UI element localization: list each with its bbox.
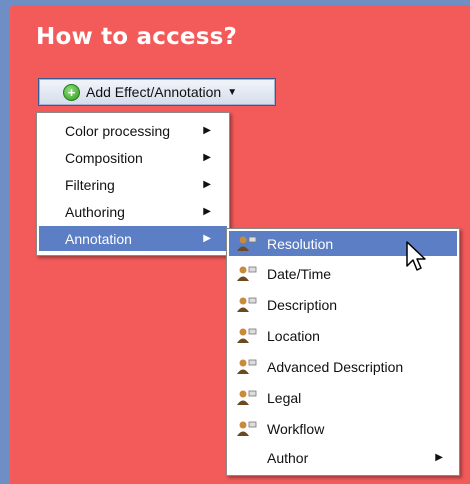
submenu-item-label: Legal (267, 389, 302, 406)
submenu-item-location[interactable]: Location (229, 323, 457, 348)
submenu-item-author[interactable]: Author ▶ (229, 445, 457, 470)
person-annotation-icon (237, 390, 257, 405)
submenu-arrow-icon: ▶ (203, 179, 211, 190)
person-annotation-icon (237, 359, 257, 374)
menu-item-label: Filtering (65, 176, 115, 193)
menu-item-composition[interactable]: Composition ▶ (39, 145, 227, 170)
menu-item-authoring[interactable]: Authoring ▶ (39, 199, 227, 224)
submenu-item-label: Date/Time (267, 265, 332, 282)
submenu-arrow-icon: ▶ (203, 125, 211, 136)
submenu-item-label: Workflow (267, 420, 325, 437)
mouse-pointer-icon (406, 241, 426, 271)
submenu-item-label: Author (267, 449, 309, 466)
menu-item-color-processing[interactable]: Color processing ▶ (39, 118, 227, 143)
person-annotation-icon (237, 266, 257, 281)
submenu-item-advanced-description[interactable]: Advanced Description (229, 354, 457, 379)
submenu-item-label: Description (267, 296, 338, 313)
submenu-item-legal[interactable]: Legal (229, 385, 457, 410)
menu-item-filtering[interactable]: Filtering ▶ (39, 172, 227, 197)
person-annotation-icon (237, 328, 257, 343)
submenu-arrow-icon: ▶ (203, 152, 211, 163)
person-annotation-icon (237, 236, 257, 251)
add-effect-annotation-button[interactable]: + Add Effect/Annotation ▼ (38, 78, 276, 106)
effects-menu: Color processing ▶ Composition ▶ Filteri… (36, 112, 230, 256)
plus-circle-icon: + (63, 83, 80, 101)
submenu-item-description[interactable]: Description (229, 292, 457, 317)
menu-item-label: Annotation (65, 230, 132, 247)
submenu-item-workflow[interactable]: Workflow (229, 416, 457, 441)
person-annotation-icon (237, 421, 257, 436)
submenu-item-label: Advanced Description (267, 358, 404, 375)
chevron-down-icon: ▼ (227, 86, 238, 98)
menu-item-label: Color processing (65, 122, 171, 139)
submenu-arrow-icon: ▶ (203, 233, 211, 244)
menu-item-annotation[interactable]: Annotation ▶ (39, 226, 227, 251)
menu-item-label: Authoring (65, 203, 125, 220)
submenu-item-label: Resolution (267, 235, 334, 252)
submenu-arrow-icon: ▶ (435, 452, 443, 463)
submenu-arrow-icon: ▶ (203, 206, 211, 217)
person-annotation-icon (237, 297, 257, 312)
submenu-item-label: Location (267, 327, 320, 344)
page-title: How to access? (36, 24, 238, 50)
menu-item-label: Composition (65, 149, 143, 166)
add-effect-annotation-label: Add Effect/Annotation (86, 84, 222, 100)
